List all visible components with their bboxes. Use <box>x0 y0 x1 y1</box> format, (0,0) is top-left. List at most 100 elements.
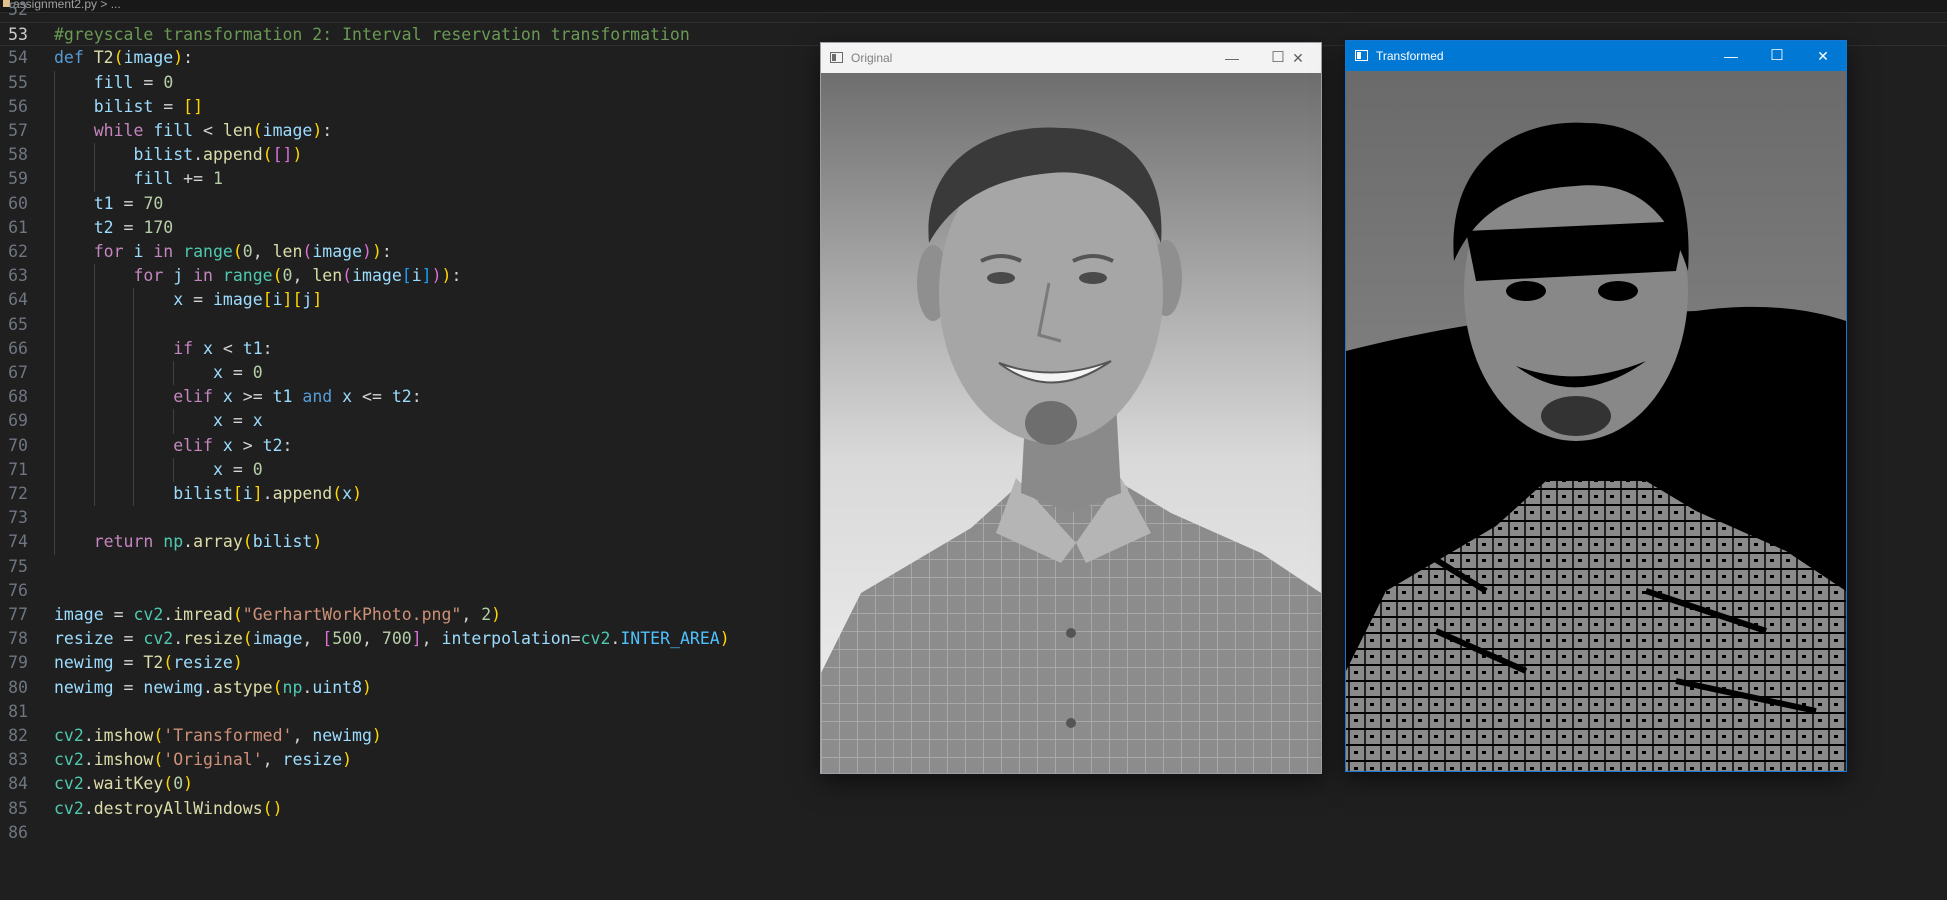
code-token: = <box>222 363 253 382</box>
code-token: image <box>352 266 402 286</box>
minimize-icon[interactable]: — <box>1708 41 1754 71</box>
code-text[interactable]: x = 0 <box>54 361 263 385</box>
code-token: image <box>212 290 263 310</box>
original-image <box>821 73 1321 773</box>
code-text[interactable]: image = cv2.imread("GerhartWorkPhoto.png… <box>54 603 501 627</box>
code-token: uint8 <box>312 677 362 697</box>
code-token: len <box>272 242 303 261</box>
code-token: = <box>183 290 213 310</box>
code-token: cv2 <box>580 629 611 649</box>
code-token: image <box>312 242 363 261</box>
line-number: 84 <box>8 774 28 794</box>
window-titlebar[interactable]: Transformed — ☐ ✕ <box>1346 41 1846 71</box>
code-text[interactable]: resize = cv2.resize(image, [500, 700], i… <box>54 627 730 651</box>
code-text[interactable]: cv2.imshow('Original', resize) <box>54 748 352 772</box>
line-number: 69 <box>8 411 28 431</box>
code-text[interactable]: bilist[i].append(x) <box>54 482 362 506</box>
code-token: elif <box>173 435 213 455</box>
code-text[interactable]: newimg = newimg.astype(np.uint8) <box>54 676 372 700</box>
code-token: ( <box>272 266 283 286</box>
code-line[interactable]: 52 <box>0 0 1947 22</box>
code-text[interactable]: cv2.waitKey(0) <box>54 772 193 796</box>
code-text[interactable]: cv2.imshow('Transformed', newimg) <box>54 724 382 748</box>
code-token: 70 <box>143 193 164 213</box>
code-text[interactable]: cv2.destroyAllWindows() <box>54 797 283 821</box>
code-token: newimg <box>54 677 114 697</box>
code-token: [ <box>262 290 273 310</box>
code-token: : <box>282 435 293 455</box>
code-line[interactable]: 86 <box>0 821 1947 845</box>
line-number: 83 <box>8 750 28 770</box>
code-token: ) <box>173 48 184 68</box>
code-line[interactable]: 84 cv2.waitKey(0) <box>0 772 1947 796</box>
code-text[interactable]: x = x <box>54 409 263 433</box>
line-number: 55 <box>8 72 28 92</box>
code-token: ] <box>421 266 432 286</box>
code-token: T2 <box>143 653 164 673</box>
line-number: 71 <box>8 459 28 479</box>
code-token: fill <box>153 121 194 140</box>
code-token: i <box>272 290 283 310</box>
code-token: len <box>222 121 253 140</box>
close-icon[interactable]: ✕ <box>1275 43 1321 73</box>
code-token: x <box>212 363 223 382</box>
line-number: 76 <box>8 580 28 600</box>
code-token: . <box>83 750 94 770</box>
close-icon[interactable]: ✕ <box>1800 41 1846 71</box>
code-token: t1 <box>272 387 293 407</box>
code-text[interactable]: elif x >= t1 and x <= t2: <box>54 385 422 409</box>
transformed-image-window[interactable]: Transformed — ☐ ✕ <box>1345 40 1847 772</box>
code-text[interactable]: t1 = 70 <box>54 192 164 216</box>
code-token: , <box>362 629 382 649</box>
line-number: 70 <box>8 435 28 455</box>
code-token: [] <box>183 96 204 116</box>
code-token: i <box>242 484 253 503</box>
line-number: 74 <box>8 532 28 552</box>
code-token: ) <box>232 653 243 673</box>
minimize-icon[interactable]: — <box>1209 43 1255 73</box>
code-token: ) <box>352 484 362 503</box>
code-text[interactable]: return np.array(bilist) <box>54 530 323 554</box>
code-text[interactable]: fill = 0 <box>54 71 174 95</box>
code-text[interactable]: t2 = 170 <box>54 216 174 240</box>
code-text[interactable]: for i in range(0, len(image)): <box>54 240 392 264</box>
window-titlebar[interactable]: Original — ☐ ✕ <box>821 43 1321 73</box>
code-token: . <box>262 484 273 503</box>
code-token: ( <box>302 242 313 261</box>
code-text[interactable]: newimg = T2(resize) <box>54 651 243 675</box>
code-token: . <box>163 605 174 624</box>
code-token: if <box>173 338 194 358</box>
code-text[interactable]: if x < t1: <box>54 337 272 361</box>
code-text[interactable]: x = 0 <box>54 458 263 482</box>
code-token: i <box>133 242 144 261</box>
code-token: 'Transformed' <box>163 726 293 745</box>
code-text[interactable]: for j in range(0, len(image[i])): <box>54 264 461 288</box>
code-token: ( <box>332 484 343 503</box>
original-image-window[interactable]: Original — ☐ ✕ <box>820 42 1322 774</box>
code-token: ) <box>342 750 353 770</box>
code-token: image <box>252 629 303 649</box>
code-token: . <box>83 726 94 745</box>
code-token: x <box>222 387 233 407</box>
code-text[interactable]: bilist.append([]) <box>54 143 302 167</box>
code-line[interactable]: 85 cv2.destroyAllWindows() <box>0 797 1947 821</box>
code-text[interactable]: #greyscale transformation 2: Interval re… <box>54 23 690 47</box>
code-text[interactable]: bilist = [] <box>54 95 203 119</box>
code-token: : <box>411 387 422 407</box>
code-token: ] <box>411 629 422 649</box>
line-number: 80 <box>8 677 28 697</box>
line-number: 72 <box>8 484 28 503</box>
code-token: 0 <box>252 363 263 382</box>
code-text[interactable]: fill += 1 <box>54 167 222 191</box>
indent-guide <box>172 409 174 434</box>
code-token: [ <box>232 484 243 503</box>
line-number: 82 <box>8 726 28 745</box>
code-text[interactable]: def T2(image): <box>54 46 193 70</box>
maximize-icon[interactable]: ☐ <box>1754 41 1800 71</box>
code-text[interactable]: while fill < len(image): <box>54 119 332 143</box>
code-text[interactable]: elif x > t2: <box>54 434 292 458</box>
line-number: 53 <box>8 25 28 45</box>
indent-guide <box>133 288 135 507</box>
